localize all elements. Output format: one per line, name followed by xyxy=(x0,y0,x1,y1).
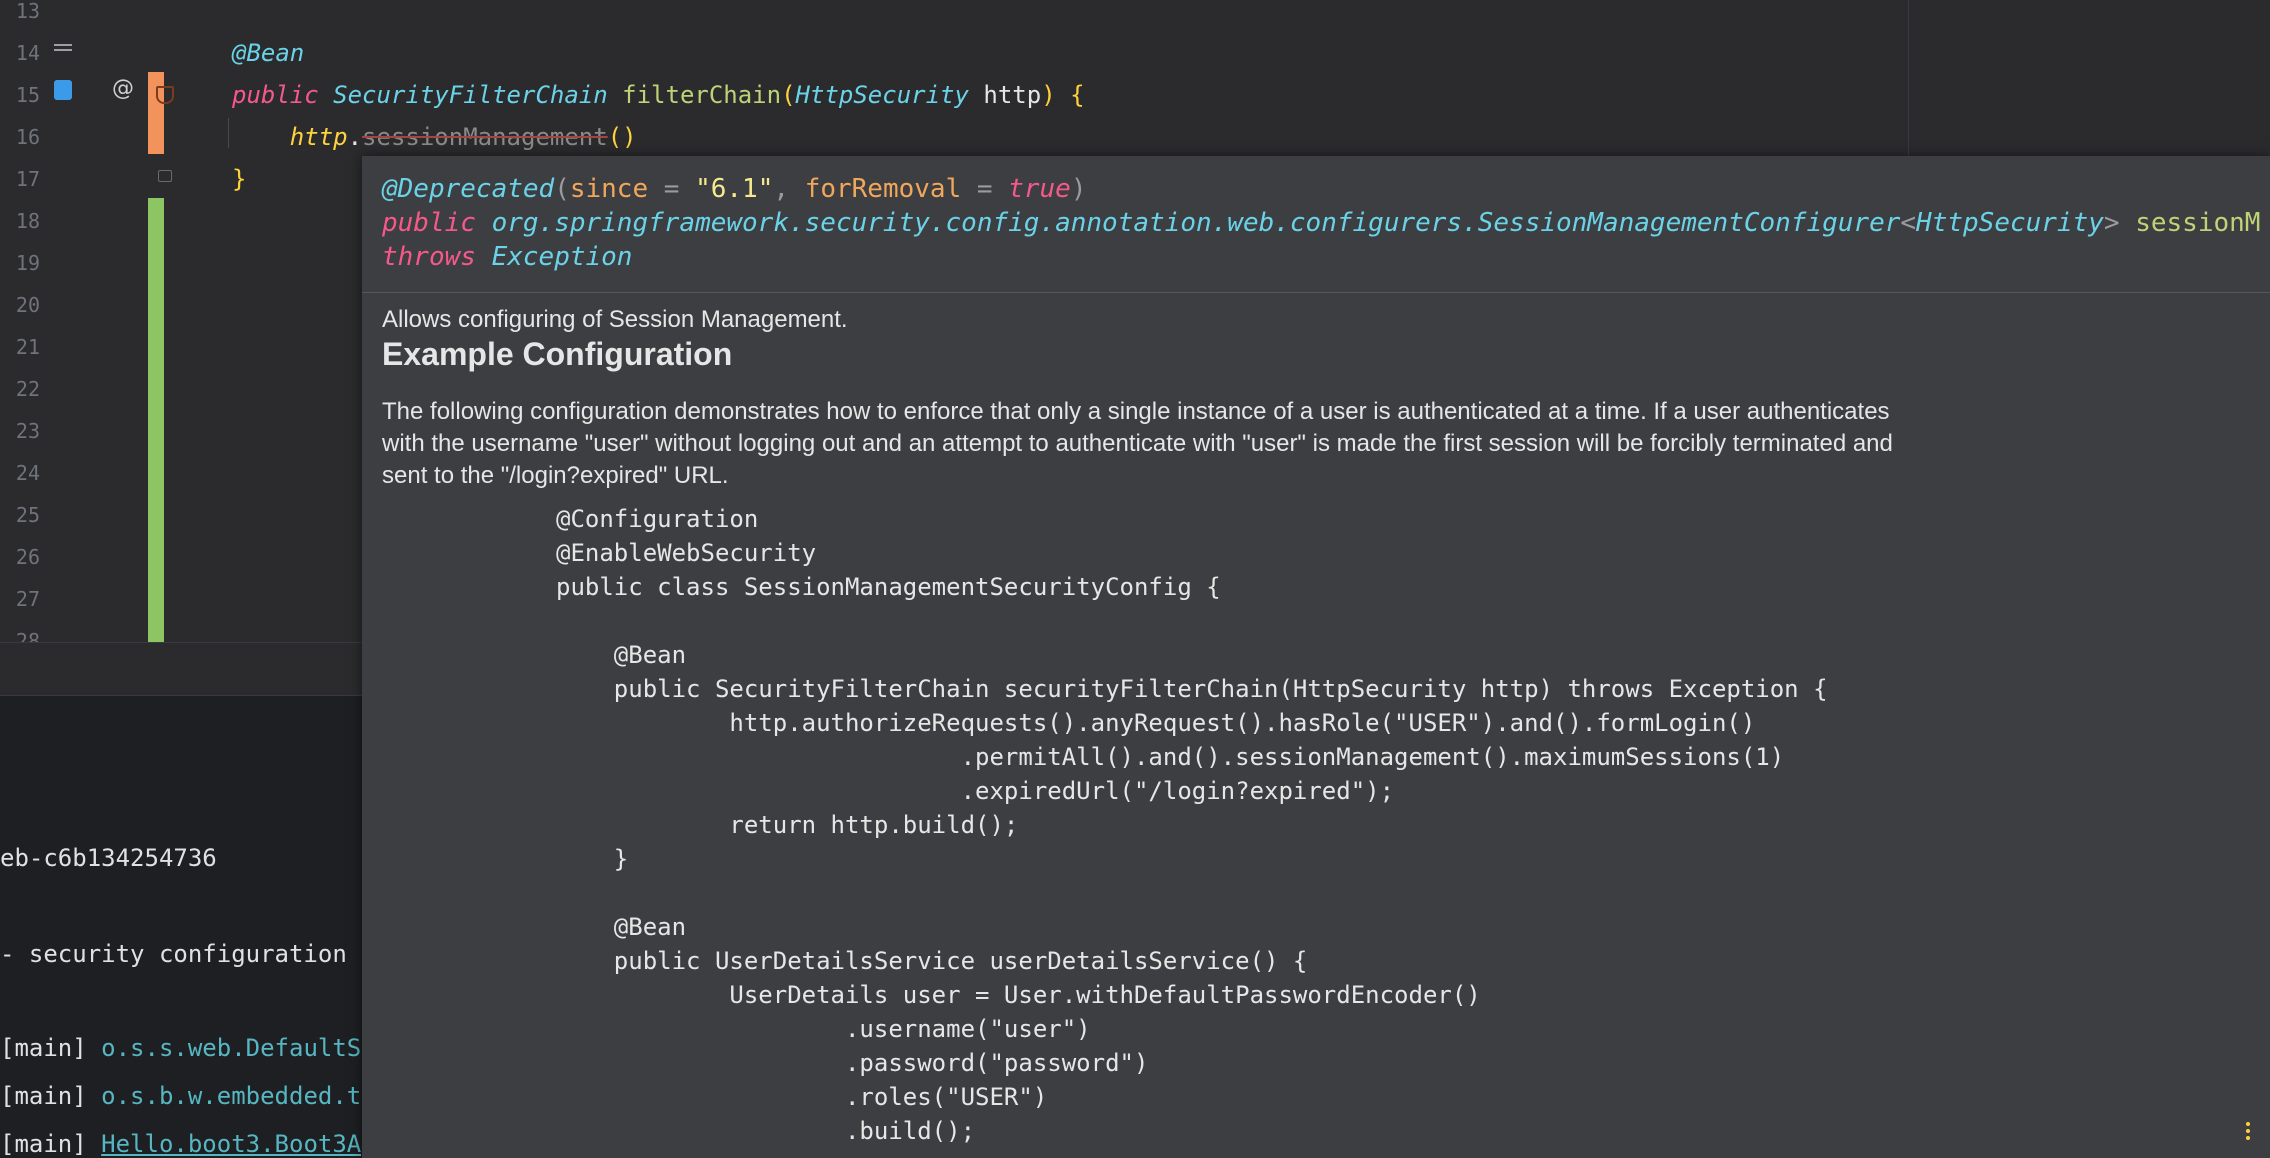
console-line: - security configuration m xyxy=(0,940,376,968)
doc-heading: Example Configuration xyxy=(382,336,733,372)
signature-annotation-line: @Deprecated(since = "6.1", forRemoval = … xyxy=(382,174,1086,204)
doc-code-line: .roles("USER") xyxy=(556,1083,1048,1111)
quick-documentation-popup[interactable]: @Deprecated(since = "6.1", forRemoval = … xyxy=(362,156,2270,1158)
doc-code-line: .username("user") xyxy=(556,1015,1091,1043)
editor-line[interactable]: 16 http.sessionManagement() xyxy=(0,116,2270,158)
code-text[interactable]: public SecurityFilterChain filterChain(H… xyxy=(232,74,1085,116)
line-number[interactable]: 24 xyxy=(0,452,40,494)
console-logger-link[interactable]: o.s.b.w.embedded.to xyxy=(101,1082,376,1110)
equals: = xyxy=(648,174,696,204)
param-name: forRemoval xyxy=(804,174,962,204)
doc-code-line: .build(); xyxy=(556,1117,976,1145)
doc-code-line: @Bean xyxy=(556,641,687,669)
method-name: sessionM xyxy=(2119,208,2261,238)
generic-type-link[interactable]: HttpSecurity xyxy=(1916,208,2104,238)
editor-line[interactable]: 13 xyxy=(0,0,2270,32)
line-number[interactable]: 18 xyxy=(0,200,40,242)
signature-declaration-line: public org.springframework.security.conf… xyxy=(382,208,2260,238)
return-type-link[interactable]: org.springframework.security.config.anno… xyxy=(492,208,1901,238)
editor-line[interactable]: 15 public SecurityFilterChain filterChain… xyxy=(0,74,2270,116)
console-line: eb-c6b134254736 xyxy=(0,844,217,872)
code-token: http xyxy=(983,81,1042,109)
paren: ( xyxy=(554,174,570,204)
line-number[interactable]: 28 xyxy=(0,620,40,642)
console-logger-link[interactable]: Hello.boot3.Boot3Ap xyxy=(101,1130,376,1158)
signature-throws-line: throws Exception xyxy=(382,242,632,272)
code-token: filterChain xyxy=(622,81,782,109)
console-line: [main] Hello.boot3.Boot3Ap xyxy=(0,1130,376,1158)
exception-type-link[interactable]: Exception xyxy=(492,242,633,272)
paren: ) xyxy=(1070,174,1087,204)
line-number[interactable]: 14 xyxy=(0,32,40,74)
doc-code-line: @Configuration xyxy=(556,505,759,533)
doc-code-line: http.authorizeRequests().anyRequest().ha… xyxy=(556,709,1756,737)
doc-code-line: return http.build(); xyxy=(556,811,1019,839)
console-line: [main] o.s.s.web.DefaultSe xyxy=(0,1034,376,1062)
code-token: http xyxy=(289,123,348,151)
doc-code-line: } xyxy=(556,845,629,873)
doc-code-line: .expiredUrl("/login?expired"); xyxy=(556,777,1395,805)
line-number[interactable]: 16 xyxy=(0,116,40,158)
code-token: . xyxy=(347,123,363,151)
line-number[interactable]: 13 xyxy=(0,0,40,32)
param-name: since xyxy=(569,174,649,204)
doc-code-line: public SecurityFilterChain securityFilte… xyxy=(556,675,1828,703)
console-line: [main] o.s.b.w.embedded.to xyxy=(0,1082,376,1110)
code-token: SecurityFilterChain xyxy=(333,81,623,109)
doc-paragraph: The following configuration demonstrates… xyxy=(382,396,1893,492)
line-number[interactable]: 27 xyxy=(0,578,40,620)
code-token: public xyxy=(232,81,334,109)
code-token: sessionManagement xyxy=(362,123,608,151)
equals: = xyxy=(961,174,1009,204)
comma: , xyxy=(773,174,805,204)
console-thread: [main] xyxy=(0,1130,102,1158)
line-number[interactable]: 15 xyxy=(0,74,40,116)
code-token: HttpSecurity xyxy=(795,81,984,109)
doc-paragraph-line: The following configuration demonstrates… xyxy=(382,398,1890,425)
console-thread: [main] xyxy=(0,1082,102,1110)
doc-code-line: public UserDetailsService userDetailsSer… xyxy=(556,947,1308,975)
line-number[interactable]: 26 xyxy=(0,536,40,578)
code-token: () xyxy=(607,123,637,151)
code-token: ( xyxy=(781,81,796,109)
editor-line[interactable]: 14 @Bean xyxy=(0,32,2270,74)
line-number[interactable]: 22 xyxy=(0,368,40,410)
code-text[interactable]: http.sessionManagement() xyxy=(232,116,637,158)
generic-bracket: > xyxy=(2103,208,2120,238)
line-number[interactable]: 17 xyxy=(0,158,40,200)
doc-signature: @Deprecated(since = "6.1", forRemoval = … xyxy=(362,156,2270,293)
console-thread: [main] xyxy=(0,1034,102,1062)
doc-code-line: @Bean xyxy=(556,913,687,941)
generic-bracket: < xyxy=(1900,208,1917,238)
doc-code-line: public class SessionManagementSecurityCo… xyxy=(556,573,1221,601)
deprecated-annotation[interactable]: @Deprecated xyxy=(382,174,554,204)
code-token: @Bean xyxy=(232,39,305,67)
code-token: } xyxy=(232,165,247,193)
doc-code-line: .permitAll().and().sessionManagement().m… xyxy=(556,743,1785,771)
line-number[interactable]: 25 xyxy=(0,494,40,536)
line-number[interactable]: 23 xyxy=(0,410,40,452)
doc-code-line: @EnableWebSecurity xyxy=(556,539,817,567)
param-value: "6.1" xyxy=(695,174,774,204)
line-number[interactable]: 20 xyxy=(0,284,40,326)
code-text[interactable]: } xyxy=(232,158,246,200)
more-options-icon[interactable] xyxy=(2246,1122,2250,1142)
console-logger-link[interactable]: o.s.s.web.DefaultSe xyxy=(101,1034,376,1062)
param-value: true xyxy=(1008,174,1071,204)
code-text[interactable]: @Bean xyxy=(232,32,304,74)
doc-code-line: UserDetails user = User.withDefaultPassw… xyxy=(556,981,1481,1009)
line-number[interactable]: 19 xyxy=(0,242,40,284)
code-token: ) { xyxy=(1041,81,1085,109)
throws-keyword: throws xyxy=(382,242,476,272)
doc-paragraph-line: with the username "user" without logging… xyxy=(382,430,1893,457)
line-number[interactable]: 21 xyxy=(0,326,40,368)
modifier: public xyxy=(382,208,476,238)
doc-paragraph-line: sent to the "/login?expired" URL. xyxy=(382,462,729,489)
doc-description: Allows configuring of Session Management… xyxy=(382,306,848,333)
doc-code-line: .password("password") xyxy=(556,1049,1149,1077)
